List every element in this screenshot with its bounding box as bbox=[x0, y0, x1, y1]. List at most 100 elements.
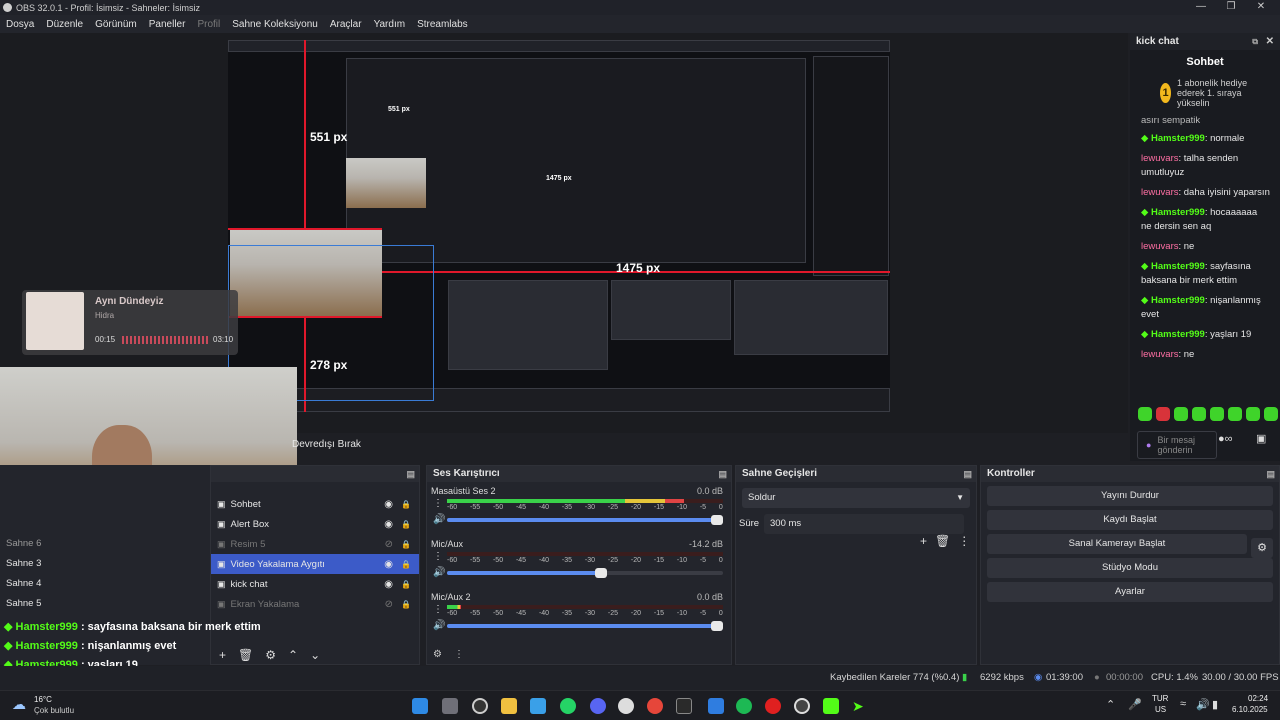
start-icon[interactable] bbox=[412, 698, 428, 714]
track-menu-icon[interactable]: ⋮ bbox=[433, 604, 443, 615]
lang-us[interactable]: US bbox=[1155, 705, 1166, 714]
maximize-button[interactable]: ❐ bbox=[1216, 0, 1246, 15]
dock-menu-icon[interactable]: ▤ bbox=[718, 466, 727, 482]
source-item[interactable]: ▣ Alert Box ◉ 🔒 bbox=[211, 514, 419, 534]
start-virtual-camera-button[interactable]: Sanal Kamerayı Başlat bbox=[987, 534, 1247, 554]
dock-menu-icon[interactable]: ▤ bbox=[1266, 466, 1275, 482]
transition-select[interactable]: Soldur ▼ bbox=[742, 488, 970, 508]
lock-icon[interactable]: 🔒 bbox=[401, 500, 411, 509]
menu-gorunum[interactable]: Görünüm bbox=[95, 19, 137, 30]
source-item[interactable]: ▣ Video Yakalama Aygıtı ◉ 🔒 bbox=[211, 554, 419, 574]
speaker-icon[interactable]: 🔊 bbox=[433, 620, 445, 631]
undock-icon[interactable]: ⧉ bbox=[1252, 37, 1258, 47]
chat-username[interactable]: lewuvars bbox=[1141, 349, 1179, 360]
menu-profil[interactable]: Profil bbox=[197, 19, 220, 30]
remove-transition-icon[interactable]: 🗑 bbox=[935, 534, 950, 548]
speaker-icon[interactable]: 🔊 bbox=[433, 567, 445, 578]
track-menu-icon[interactable]: ⋮ bbox=[433, 551, 443, 562]
visibility-eye-icon[interactable]: ◉ bbox=[384, 559, 393, 570]
transition-menu-icon[interactable]: ⋮ bbox=[958, 534, 970, 548]
mic-icon[interactable]: ● bbox=[1146, 440, 1151, 450]
track-menu-icon[interactable]: ⋮ bbox=[433, 498, 443, 509]
menu-dosya[interactable]: Dosya bbox=[6, 19, 34, 30]
wifi-icon[interactable]: ≈ bbox=[1180, 698, 1186, 710]
settings-button[interactable]: Ayarlar bbox=[987, 582, 1273, 602]
emote-icon[interactable] bbox=[1228, 407, 1242, 421]
visibility-eye-icon[interactable]: ◉ bbox=[384, 579, 393, 590]
speaker-icon[interactable]: 🔊 bbox=[433, 514, 445, 525]
emote-icon[interactable] bbox=[1192, 407, 1206, 421]
chatgpt-icon[interactable] bbox=[618, 698, 634, 714]
spotify-icon[interactable] bbox=[736, 698, 752, 714]
stop-stream-button[interactable]: Yayını Durdur bbox=[987, 486, 1273, 506]
menu-araclar[interactable]: Araçlar bbox=[330, 19, 362, 30]
lang-tur[interactable]: TUR bbox=[1152, 694, 1168, 703]
task-view-icon[interactable] bbox=[442, 698, 458, 714]
scene-item[interactable]: Sahne 6 bbox=[0, 533, 210, 553]
virtual-camera-settings-icon[interactable]: ⚙ bbox=[1251, 538, 1273, 558]
close-button[interactable]: ✕ bbox=[1246, 0, 1276, 15]
obs-icon[interactable] bbox=[794, 698, 810, 714]
source-item[interactable]: ▣ Sohbet ◉ 🔒 bbox=[211, 494, 419, 514]
battery-icon[interactable]: ▮ bbox=[1212, 698, 1218, 711]
preview-canvas[interactable]: 551 px 1475 px 278 px 551 px 1475 px bbox=[228, 40, 890, 412]
youtube-icon[interactable] bbox=[765, 698, 781, 714]
emote-icon[interactable] bbox=[1156, 407, 1170, 421]
volume-knob[interactable] bbox=[711, 621, 723, 631]
messages-icon[interactable] bbox=[708, 698, 724, 714]
chat-username[interactable]: lewuvars bbox=[1141, 241, 1179, 252]
volume-slider[interactable] bbox=[447, 515, 723, 525]
chat-username[interactable]: Hamster999 bbox=[1151, 329, 1205, 340]
dock-close-icon[interactable]: ✕ bbox=[1266, 36, 1274, 47]
scene-item[interactable]: Sahne 3 bbox=[0, 553, 210, 573]
dock-menu-icon[interactable]: ▤ bbox=[963, 466, 972, 482]
source-item[interactable]: ▣ kick chat ◉ 🔒 bbox=[211, 574, 419, 594]
volume-knob[interactable] bbox=[711, 515, 723, 525]
emoji-picker-icon[interactable]: ●∞ bbox=[1218, 433, 1233, 445]
duration-input[interactable]: 300 ms bbox=[764, 514, 964, 534]
lock-icon[interactable]: 🔒 bbox=[401, 520, 411, 529]
visibility-eye-icon[interactable]: ⊘ bbox=[385, 539, 393, 550]
streamlabs-icon[interactable]: ➤ bbox=[852, 698, 868, 714]
visibility-eye-icon[interactable]: ◉ bbox=[384, 519, 393, 530]
menu-duzenle[interactable]: Düzenle bbox=[46, 19, 83, 30]
dock-menu-icon[interactable]: ▤ bbox=[406, 466, 415, 482]
clock-time[interactable]: 02:24 bbox=[1248, 694, 1268, 703]
volume-knob[interactable] bbox=[595, 568, 608, 578]
chat-username[interactable]: Hamster999 bbox=[1151, 207, 1205, 218]
chat-username[interactable]: Hamster999 bbox=[1151, 261, 1205, 272]
search-icon[interactable] bbox=[472, 698, 488, 714]
gift-icon[interactable]: ▣ bbox=[1256, 432, 1266, 445]
chat-username[interactable]: lewuvars bbox=[1141, 187, 1179, 198]
chat-username[interactable]: Hamster999 bbox=[1151, 133, 1205, 144]
volume-slider[interactable] bbox=[447, 621, 723, 631]
chrome-icon[interactable] bbox=[647, 698, 663, 714]
terminal-icon[interactable] bbox=[676, 698, 692, 714]
menu-yardim[interactable]: Yardım bbox=[374, 19, 406, 30]
file-explorer-icon[interactable] bbox=[501, 698, 517, 714]
chat-username[interactable]: Hamster999 bbox=[1151, 295, 1205, 306]
store-icon[interactable] bbox=[530, 698, 546, 714]
emote-icon[interactable] bbox=[1174, 407, 1188, 421]
menu-streamlabs[interactable]: Streamlabs bbox=[417, 19, 468, 30]
menu-sahne-koleksiyonu[interactable]: Sahne Koleksiyonu bbox=[232, 19, 318, 30]
mic-tray-icon[interactable]: 🎤 bbox=[1128, 698, 1142, 711]
kick-icon[interactable] bbox=[823, 698, 839, 714]
add-transition-icon[interactable]: + bbox=[920, 534, 927, 548]
whatsapp-icon[interactable] bbox=[560, 698, 576, 714]
menu-paneller[interactable]: Paneller bbox=[149, 19, 186, 30]
scene-item[interactable]: Sahne 4 bbox=[0, 573, 210, 593]
tray-chevron-icon[interactable]: ⌃ bbox=[1106, 698, 1115, 711]
chat-username[interactable]: lewuvars bbox=[1141, 153, 1179, 164]
volume-icon[interactable]: 🔊 bbox=[1196, 698, 1210, 711]
visibility-eye-icon[interactable]: ◉ bbox=[384, 499, 393, 510]
discord-icon[interactable] bbox=[590, 698, 606, 714]
start-recording-button[interactable]: Kaydı Başlat bbox=[987, 510, 1273, 530]
sub-promo[interactable]: 1 1 abonelik hediye ederek 1. sıraya yük… bbox=[1130, 74, 1280, 108]
advanced-audio-icon[interactable]: ⚙ bbox=[433, 649, 442, 660]
transition-toggle-button[interactable]: Devredışı Bırak bbox=[292, 439, 361, 450]
lock-icon[interactable]: 🔒 bbox=[401, 540, 411, 549]
clock-date[interactable]: 6.10.2025 bbox=[1232, 705, 1268, 714]
source-item[interactable]: ▣ Ekran Yakalama ⊘ 🔒 bbox=[211, 594, 419, 614]
lock-icon[interactable]: 🔒 bbox=[401, 580, 411, 589]
